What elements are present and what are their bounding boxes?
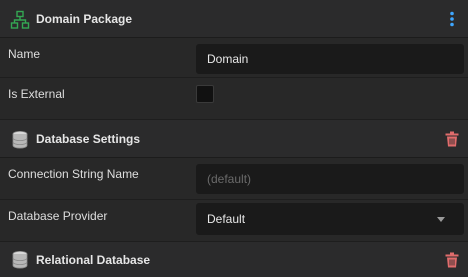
name-field[interactable] (196, 44, 464, 74)
properties-panel: Domain Package Name Is External Da (0, 0, 468, 277)
connection-string-row: Connection String Name (0, 158, 468, 200)
is-external-row: Is External (0, 78, 468, 120)
database-provider-value: Default (207, 212, 246, 226)
database-provider-select[interactable]: Default (196, 203, 464, 235)
trash-icon[interactable] (442, 250, 462, 270)
relational-database-header[interactable]: Relational Database (0, 242, 468, 277)
connection-string-field[interactable] (196, 164, 464, 194)
hierarchy-icon (10, 10, 30, 30)
database-provider-label: Database Provider (8, 209, 108, 223)
section-title: Domain Package (36, 11, 133, 26)
section-title: Database Settings (36, 131, 141, 146)
is-external-label: Is External (8, 87, 65, 101)
connection-string-label: Connection String Name (8, 167, 139, 181)
kebab-menu-icon[interactable] (442, 9, 462, 29)
database-settings-header[interactable]: Database Settings (0, 120, 468, 158)
database-icon (10, 250, 30, 270)
database-provider-row: Database Provider Default (0, 200, 468, 242)
domain-package-header[interactable]: Domain Package (0, 0, 468, 38)
chevron-down-icon (437, 217, 445, 222)
name-input[interactable] (207, 52, 463, 66)
database-icon (10, 130, 30, 150)
name-label: Name (8, 47, 41, 61)
trash-icon[interactable] (442, 129, 462, 149)
is-external-checkbox[interactable] (196, 85, 214, 103)
section-title: Relational Database (36, 252, 151, 267)
name-row: Name (0, 38, 468, 78)
connection-string-input[interactable] (207, 172, 463, 186)
